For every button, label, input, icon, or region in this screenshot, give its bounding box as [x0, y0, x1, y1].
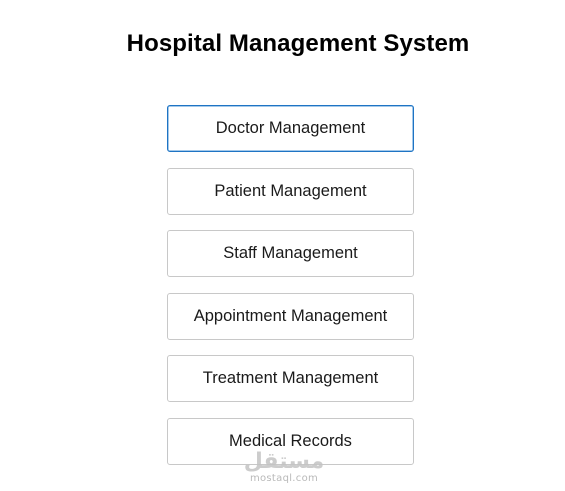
app-title: Hospital Management System: [126, 30, 470, 57]
treatment-management-button[interactable]: Treatment Management: [167, 355, 414, 402]
main-menu: Doctor Management Patient Management Sta…: [167, 105, 414, 480]
app-window: Hospital Management System Doctor Manage…: [0, 0, 565, 491]
patient-management-button[interactable]: Patient Management: [167, 167, 414, 215]
medical-records-button[interactable]: Medical Records: [167, 417, 414, 465]
doctor-management-button[interactable]: Doctor Management: [167, 105, 414, 152]
appointment-management-button[interactable]: Appointment Management: [167, 292, 414, 340]
staff-management-button[interactable]: Staff Management: [167, 230, 414, 277]
